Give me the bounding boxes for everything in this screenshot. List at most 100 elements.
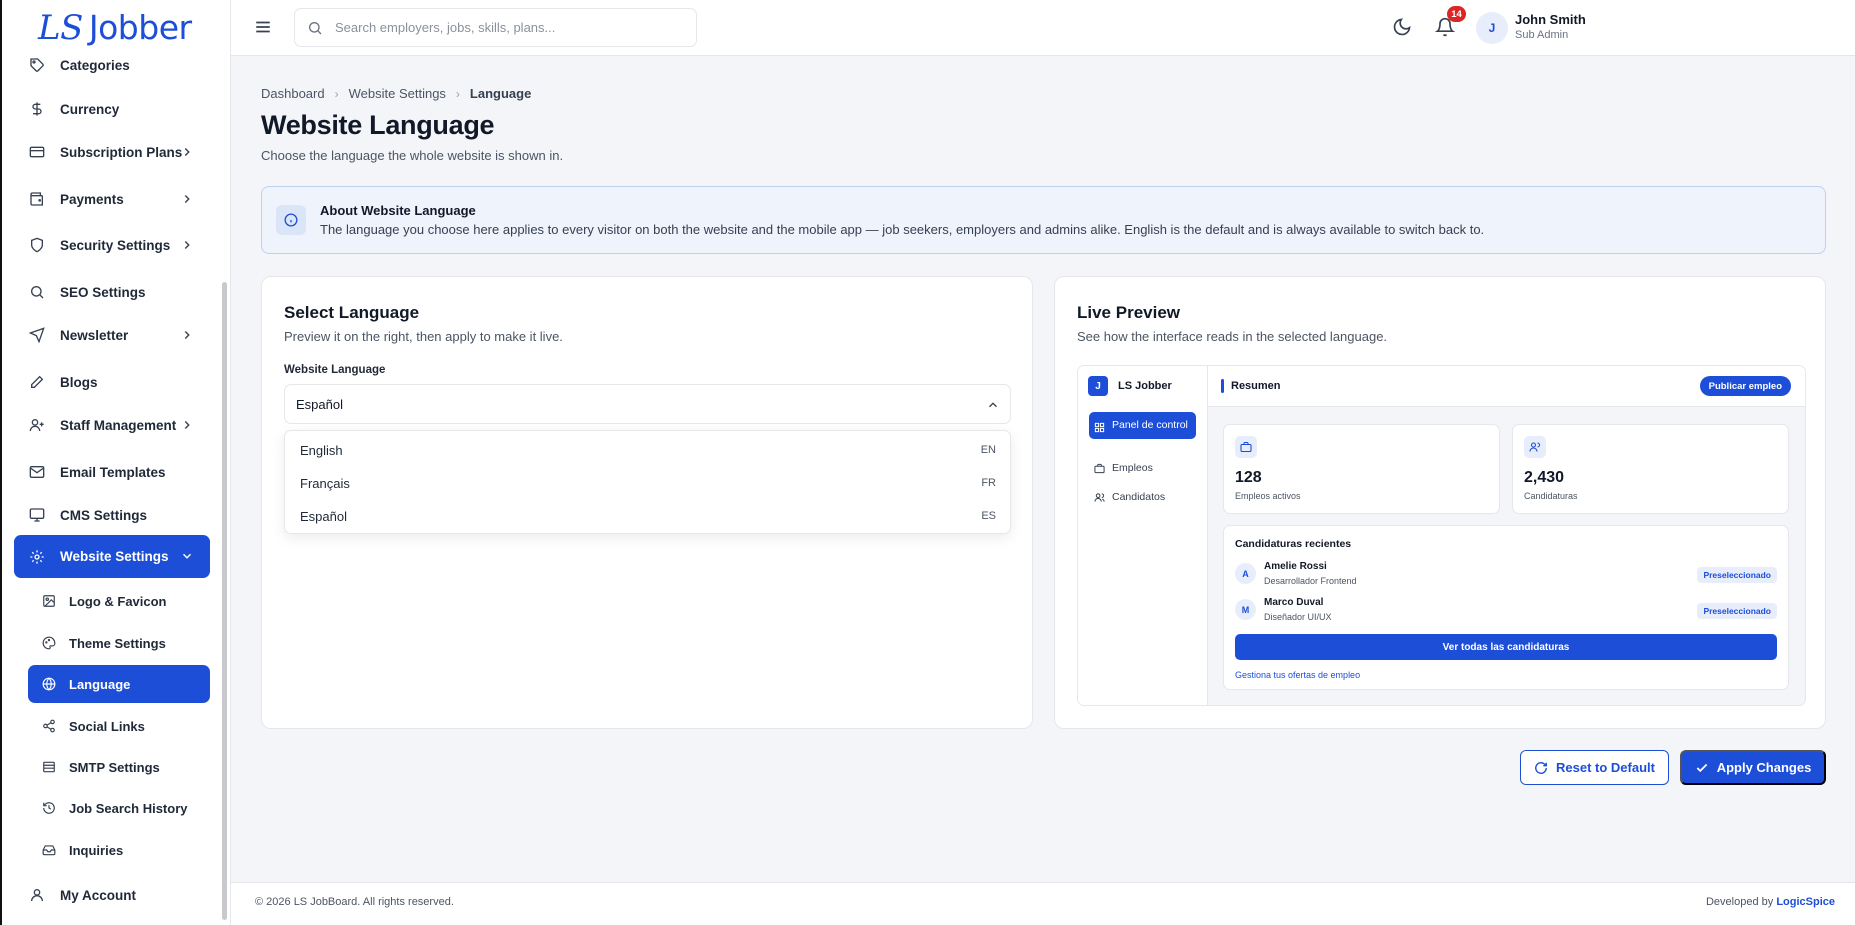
sidebar-item-label: Language bbox=[69, 676, 131, 692]
sidebar-item-subscription-plans[interactable]: Subscription Plans bbox=[14, 132, 210, 172]
candidate-avatar: A bbox=[1235, 563, 1256, 584]
chevron-right-icon: › bbox=[455, 86, 460, 101]
mail-icon bbox=[28, 463, 46, 481]
candidate-name: Amelie Rossi bbox=[1264, 561, 1327, 572]
option-label: Français bbox=[300, 475, 350, 491]
sidebar-item-inquiries[interactable]: Inquiries bbox=[28, 831, 210, 869]
sidebar-item-label: My Account bbox=[60, 887, 137, 903]
user-icon bbox=[28, 886, 46, 904]
sidebar-item-label: Theme Settings bbox=[69, 635, 166, 651]
shield-icon bbox=[28, 236, 46, 254]
wallet-icon bbox=[28, 190, 46, 208]
breadcrumb-website-settings[interactable]: Website Settings bbox=[349, 86, 446, 101]
sidebar-scrollbar-thumb[interactable] bbox=[222, 282, 227, 920]
sidebar-item-website-settings[interactable]: Website Settings bbox=[14, 535, 210, 578]
preview-stat-jobs: 128 Empleos activos bbox=[1223, 424, 1500, 514]
sidebar-item-categories[interactable]: Categories bbox=[14, 45, 210, 85]
users-icon bbox=[1094, 492, 1105, 503]
language-option-french[interactable]: Français FR bbox=[285, 467, 1010, 499]
preview-nav-label: Empleos bbox=[1112, 462, 1153, 474]
user-name[interactable]: John Smith bbox=[1515, 12, 1586, 27]
option-code: ES bbox=[981, 510, 996, 522]
menu-icon[interactable] bbox=[254, 18, 272, 36]
search-input[interactable] bbox=[335, 20, 675, 35]
credit-prefix: Developed by bbox=[1705, 896, 1774, 908]
sidebar-item-language[interactable]: Language bbox=[28, 665, 210, 703]
sidebar-item-label: Payments bbox=[60, 191, 124, 207]
sidebar-item-security-settings[interactable]: Security Settings bbox=[14, 225, 210, 265]
candidate-name: Marco Duval bbox=[1264, 597, 1324, 608]
live-preview-card: Live Preview See how the interface reads… bbox=[1054, 276, 1826, 729]
preview-nav-label: Candidatos bbox=[1112, 491, 1166, 503]
apply-changes-button[interactable]: Apply Changes bbox=[1680, 750, 1826, 785]
sidebar-item-label: Newsletter bbox=[60, 327, 129, 343]
sidebar-item-social-links[interactable]: Social Links bbox=[28, 707, 210, 745]
select-language-card: Select Language Preview it on the right,… bbox=[261, 276, 1033, 729]
sidebar-item-logo-favicon[interactable]: Logo & Favicon bbox=[28, 582, 210, 620]
preview-header-title: Resumen bbox=[1231, 380, 1281, 392]
sidebar-item-smtp-settings[interactable]: SMTP Settings bbox=[28, 748, 210, 786]
sidebar: LS Jobber Categories Currency Subscriptio… bbox=[0, 0, 231, 925]
sidebar-item-label: Social Links bbox=[69, 718, 145, 734]
preview-header: Resumen Publicar empleo bbox=[1208, 366, 1805, 407]
send-icon bbox=[28, 326, 46, 344]
option-label: English bbox=[300, 442, 343, 458]
preview-nav-candidates: Candidatos bbox=[1089, 491, 1196, 503]
sidebar-item-currency[interactable]: Currency bbox=[14, 89, 210, 129]
sidebar-item-payments[interactable]: Payments bbox=[14, 179, 210, 219]
search-icon bbox=[28, 283, 46, 301]
breadcrumb-dashboard[interactable]: Dashboard bbox=[261, 86, 325, 101]
preview-manage-link: Gestiona tus ofertas de empleo bbox=[1235, 670, 1361, 680]
sidebar-item-blogs[interactable]: Blogs bbox=[14, 362, 210, 402]
sidebar-item-label: Currency bbox=[60, 101, 120, 117]
sidebar-item-cms-settings[interactable]: CMS Settings bbox=[14, 495, 210, 535]
stat-label: Candidaturas bbox=[1524, 491, 1578, 501]
avatar[interactable]: J bbox=[1476, 12, 1508, 44]
sidebar-item-label: Logo & Favicon bbox=[69, 593, 167, 609]
developer-link[interactable]: LogicSpice bbox=[1776, 896, 1835, 908]
sidebar-item-job-search-history[interactable]: Job Search History bbox=[28, 789, 210, 827]
language-option-spanish[interactable]: Español ES bbox=[285, 500, 1010, 532]
briefcase-icon bbox=[1094, 463, 1105, 474]
status-badge: Preseleccionado bbox=[1697, 603, 1777, 619]
dark-mode-icon[interactable] bbox=[1392, 17, 1412, 37]
sidebar-item-theme-settings[interactable]: Theme Settings bbox=[28, 624, 210, 662]
sidebar-item-email-templates[interactable]: Email Templates bbox=[14, 452, 210, 492]
sidebar-item-label: Categories bbox=[60, 57, 130, 73]
card-subtitle: Preview it on the right, then apply to m… bbox=[284, 329, 563, 344]
chevron-right-icon bbox=[180, 238, 194, 252]
reset-to-default-button[interactable]: Reset to Default bbox=[1520, 750, 1669, 785]
share-icon bbox=[41, 718, 57, 734]
sidebar-item-my-account[interactable]: My Account bbox=[14, 875, 210, 915]
status-badge: Preseleccionado bbox=[1697, 567, 1777, 583]
sidebar-item-label: Job Search History bbox=[69, 800, 188, 816]
preview-view-all-button: Ver todas las candidaturas bbox=[1235, 634, 1777, 660]
preview-post-job-button: Publicar empleo bbox=[1699, 376, 1791, 396]
language-option-english[interactable]: English EN bbox=[285, 434, 1010, 466]
language-select[interactable]: Español bbox=[284, 384, 1011, 424]
candidate-role: Desarrollador Frontend bbox=[1264, 576, 1357, 586]
dollar-icon bbox=[28, 100, 46, 118]
search-box[interactable] bbox=[294, 8, 697, 47]
sidebar-item-label: Website Settings bbox=[60, 549, 169, 564]
sidebar-item-label: Security Settings bbox=[60, 237, 171, 253]
footer-credit: Developed by LogicSpice bbox=[1706, 896, 1835, 908]
chevron-right-icon bbox=[180, 192, 194, 206]
stat-value: 2,430 bbox=[1524, 469, 1565, 486]
logo-prefix: LS bbox=[38, 8, 83, 48]
sidebar-item-staff-management[interactable]: Staff Management bbox=[14, 405, 210, 445]
refresh-icon bbox=[1535, 761, 1547, 774]
palette-icon bbox=[41, 635, 57, 651]
sidebar-item-label: Blogs bbox=[60, 374, 98, 390]
pen-icon bbox=[28, 373, 46, 391]
server-icon bbox=[41, 759, 57, 775]
field-label: Website Language bbox=[284, 364, 386, 376]
monitor-icon bbox=[28, 506, 46, 524]
inbox-icon bbox=[41, 842, 57, 858]
preview-brand: LS Jobber bbox=[1118, 380, 1172, 392]
sidebar-item-seo-settings[interactable]: SEO Settings bbox=[14, 272, 210, 312]
option-label: Español bbox=[300, 508, 347, 524]
breadcrumb: Dashboard › Website Settings › Language bbox=[261, 86, 531, 101]
preview-nav-dashboard: Panel de control bbox=[1089, 412, 1196, 439]
sidebar-item-newsletter[interactable]: Newsletter bbox=[14, 315, 210, 355]
